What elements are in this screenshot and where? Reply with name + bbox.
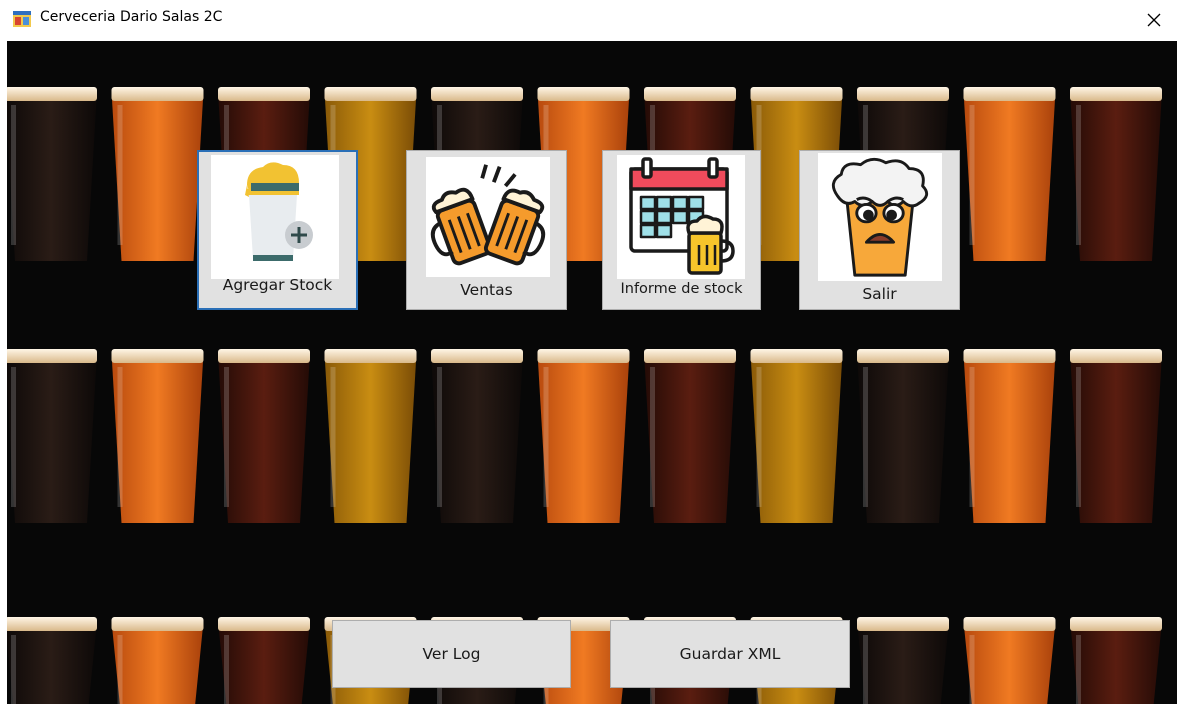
beer-foam [111,349,204,363]
beer-glass [537,353,630,523]
beer-glass [857,353,949,523]
beer-foam [111,87,204,101]
sad-beer-icon [818,153,942,281]
beer-glass [7,91,97,261]
beer-glasses-background [7,41,1177,704]
beer-foam [537,87,630,101]
glass-shine [863,367,868,507]
beer-foam [324,349,417,363]
beer-foam [218,349,310,363]
glass-shine [330,367,336,507]
beer-glass [1070,353,1162,523]
agregar-stock-label: Agregar Stock [222,276,333,294]
beer-foam [963,87,1056,101]
beer-foam [857,349,949,363]
salir-button[interactable]: Salir [799,150,960,310]
glass-shine [117,367,123,507]
beer-foam [750,87,843,101]
window-title: Cerveceria Dario Salas 2C [40,9,223,25]
glass-shine [543,367,549,507]
beer-foam [1070,617,1162,631]
glass-shine [650,367,655,507]
glass-shine [11,105,16,245]
salir-label: Salir [862,285,897,303]
beer-foam [750,349,843,363]
glass-shine [224,635,229,704]
beer-foam [7,87,97,101]
glass-shine [117,635,123,704]
beer-foam [218,617,310,631]
beer-foam [857,87,949,101]
beer-cheers-icon [426,157,550,277]
beer-glass [1070,621,1162,704]
glass-shine [1076,635,1081,704]
glass-shine [969,105,975,245]
beer-glass [111,91,204,261]
agregar-stock-button[interactable]: Agregar Stock [197,150,358,310]
beer-glass [431,353,523,523]
beer-foam [431,349,523,363]
calendar-beer-icon [617,155,745,279]
glass-shine [969,635,975,704]
glass-shine [1076,367,1081,507]
beer-foam [324,87,417,101]
beer-glass [644,353,736,523]
beer-foam [7,349,97,363]
beer-glass [218,353,310,523]
beer-foam [7,617,97,631]
ventas-button[interactable]: Ventas [406,150,567,310]
beer-foam [963,617,1056,631]
beer-foam [218,87,310,101]
glass-shine [224,367,229,507]
glass-shine [863,635,868,704]
beer-glass [7,621,97,704]
beer-glass [963,621,1056,704]
beer-glass [7,353,97,523]
beer-glass-add-icon [211,155,339,279]
beer-foam [1070,87,1162,101]
beer-glass [1070,91,1162,261]
glass-shine [969,367,975,507]
close-button[interactable] [1131,0,1177,40]
close-icon [1147,13,1161,27]
beer-foam [644,87,736,101]
beer-foam [431,87,523,101]
glass-shine [437,367,442,507]
informe-de-stock-label: Informe de stock [620,281,743,297]
beer-foam [857,617,949,631]
glass-shine [1076,105,1081,245]
beer-glass [750,353,843,523]
beer-glass [963,353,1056,523]
beer-foam [963,349,1056,363]
beer-foam [537,349,630,363]
title-bar: Cerveceria Dario Salas 2C [0,0,1177,40]
guardar-xml-button[interactable]: Guardar XML [610,620,850,688]
beer-glass [963,91,1056,261]
main-form: Agregar Stock Ventas Informe de stock Sa… [7,41,1177,704]
beer-foam [111,617,204,631]
beer-glass [857,621,949,704]
glass-shine [11,367,16,507]
beer-glass [111,621,204,704]
glass-shine [11,635,16,704]
ventas-label: Ventas [460,281,513,299]
beer-glass [324,353,417,523]
beer-foam [644,349,736,363]
windows-form-icon [13,11,31,27]
beer-foam [1070,349,1162,363]
ver-log-button[interactable]: Ver Log [332,620,571,688]
beer-glass [218,621,310,704]
glass-shine [117,105,123,245]
beer-glass [111,353,204,523]
glass-shine [756,367,762,507]
informe-de-stock-button[interactable]: Informe de stock [602,150,761,310]
